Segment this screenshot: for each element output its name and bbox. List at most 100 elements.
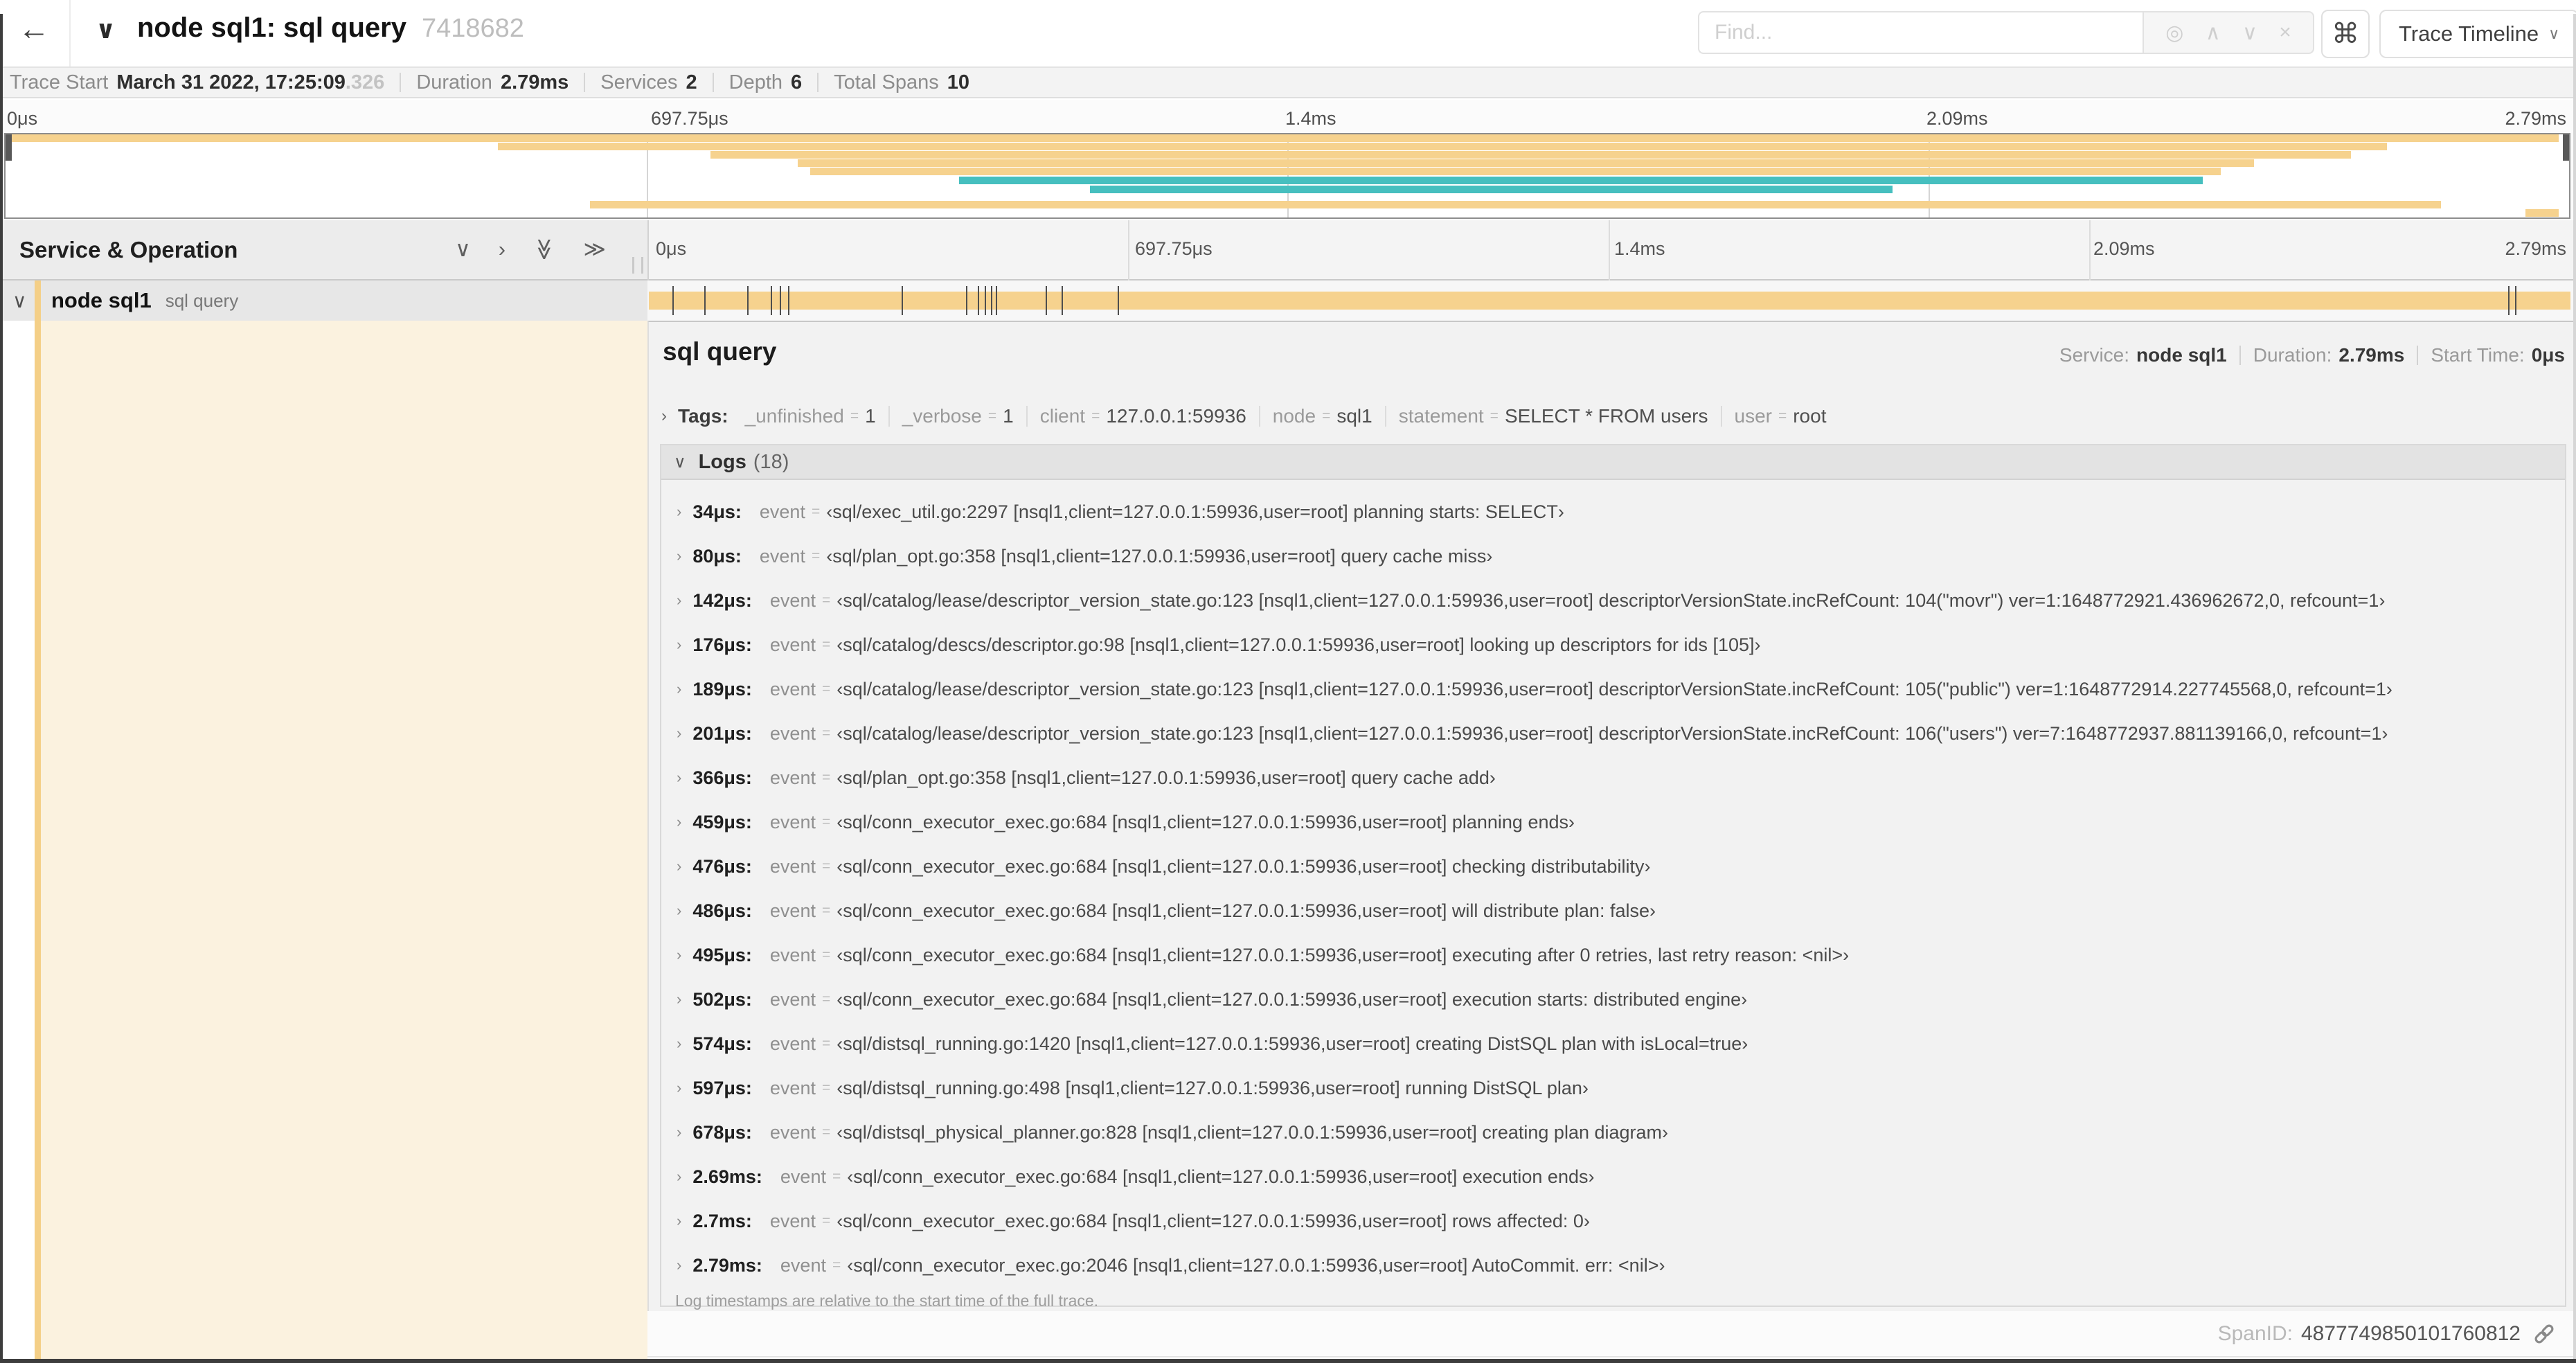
equals-sign: = — [821, 592, 831, 608]
overview-value: 0μs — [2531, 344, 2565, 366]
log-timestamp: 201μs: — [692, 722, 752, 744]
tag-key: statement — [1398, 405, 1484, 427]
span-chevron-down-icon[interactable]: ∨ — [12, 289, 27, 312]
equals-sign: = — [821, 681, 831, 697]
log-chevron-right-icon[interactable]: › — [677, 1035, 681, 1053]
back-arrow-icon[interactable]: ← — [18, 10, 50, 47]
log-row[interactable]: › 201μs: event = ‹sql/catalog/lease/descript… — [661, 711, 2565, 756]
tag-item[interactable]: statement = SELECT * FROM users — [1399, 405, 1708, 427]
span-name-cell[interactable]: ∨ node sql1 sql query — [0, 280, 647, 321]
log-row[interactable]: › 476μs: event = ‹sql/conn_executor_exec.go:… — [661, 844, 2565, 889]
log-timestamp: 2.69ms: — [692, 1166, 762, 1187]
tag-item[interactable]: client = 127.0.0.1:59936 — [1040, 405, 1246, 427]
logs-chevron-down-icon[interactable]: ∨ — [674, 452, 686, 472]
log-timestamp: 2.79ms: — [692, 1254, 762, 1276]
logs-label: Logs — [698, 450, 746, 473]
collapse-all-icon[interactable]: ≫ — [532, 238, 557, 260]
log-chevron-right-icon[interactable]: › — [677, 1123, 681, 1141]
tags-row[interactable]: › Tags: _unfinished = 1 _verbose = 1 client = 12… — [661, 405, 1826, 427]
next-match-icon[interactable]: ∨ — [2242, 21, 2257, 45]
summary-value: 10 — [947, 71, 969, 93]
log-field-key: event — [769, 634, 816, 655]
span-bar-cell[interactable] — [647, 280, 2576, 321]
log-chevron-right-icon[interactable]: › — [677, 813, 681, 831]
log-row[interactable]: › 2.79ms: event = ‹sql/conn_executor_exec.go… — [661, 1243, 2565, 1288]
trace-view-select[interactable]: Trace Timeline ∨ — [2379, 10, 2576, 58]
log-row[interactable]: › 502μs: event = ‹sql/conn_executor_exec.go:… — [661, 977, 2565, 1022]
left-scrollbar[interactable] — [0, 14, 3, 1359]
log-chevron-right-icon[interactable]: › — [677, 1079, 681, 1097]
span-color-stripe — [35, 321, 41, 1359]
prev-match-icon[interactable]: ∧ — [2206, 21, 2221, 45]
log-field-key: event — [769, 1121, 816, 1143]
expand-one-icon[interactable]: › — [499, 237, 506, 262]
logs-header[interactable]: ∨ Logs (18) — [661, 445, 2565, 480]
log-chevron-right-icon[interactable]: › — [677, 1212, 681, 1230]
log-row[interactable]: › 34μs: event = ‹sql/exec_util.go:2297 [nsql… — [661, 490, 2565, 534]
log-chevron-right-icon[interactable]: › — [677, 1256, 681, 1274]
log-row[interactable]: › 486μs: event = ‹sql/conn_executor_exec.go:… — [661, 889, 2565, 933]
log-row[interactable]: › 2.69ms: event = ‹sql/conn_executor_exec.go… — [661, 1155, 2565, 1199]
ruler-tick-label: 1.4ms — [1614, 238, 1665, 259]
log-timestamp: 574μs: — [692, 1033, 752, 1054]
minimap-canvas[interactable] — [4, 133, 2570, 219]
log-row[interactable]: › 459μs: event = ‹sql/conn_executor_exec.go:… — [661, 800, 2565, 844]
column-resizer-grip[interactable] — [632, 257, 643, 274]
link-icon[interactable] — [2532, 1321, 2557, 1346]
log-chevron-right-icon[interactable]: › — [677, 946, 681, 964]
log-field-value: ‹sql/plan_opt.go:358 [nsql1,client=127.0… — [837, 767, 1496, 788]
log-row[interactable]: › 597μs: event = ‹sql/distsql_running.go:498… — [661, 1066, 2565, 1110]
tag-item[interactable]: _verbose = 1 — [902, 405, 1014, 427]
span-duration-bar[interactable] — [649, 292, 2570, 310]
collapse-one-icon[interactable]: ∨ — [455, 237, 471, 262]
log-marker-tick — [704, 286, 706, 315]
log-field-value: ‹sql/catalog/lease/descriptor_version_st… — [837, 678, 2392, 700]
tags-chevron-right-icon[interactable]: › — [661, 407, 667, 426]
log-timestamp: 80μs: — [692, 545, 742, 567]
log-chevron-right-icon[interactable]: › — [677, 902, 681, 920]
log-chevron-right-icon[interactable]: › — [677, 857, 681, 875]
log-row[interactable]: › 574μs: event = ‹sql/distsql_running.go:142… — [661, 1022, 2565, 1066]
log-row[interactable]: › 366μs: event = ‹sql/plan_opt.go:358 [nsql1… — [661, 756, 2565, 800]
log-row[interactable]: › 678μs: event = ‹sql/distsql_physical_plann… — [661, 1110, 2565, 1155]
log-chevron-right-icon[interactable]: › — [677, 503, 681, 521]
minimap-right-scrubber[interactable] — [2563, 134, 2569, 161]
log-row[interactable]: › 189μs: event = ‹sql/catalog/lease/descript… — [661, 667, 2565, 711]
equals-sign: = — [821, 858, 831, 874]
tag-value: SELECT * FROM users — [1504, 405, 1708, 427]
tag-item[interactable]: _unfinished = 1 — [745, 405, 876, 427]
trace-summary-bar: Trace Start March 31 2022, 17:25:09.326 Du… — [0, 68, 2576, 98]
tag-divider — [1384, 406, 1386, 427]
span-row[interactable]: ∨ node sql1 sql query — [0, 280, 2576, 321]
log-row[interactable]: › 80μs: event = ‹sql/plan_opt.go:358 [nsql1,… — [661, 534, 2565, 578]
log-chevron-right-icon[interactable]: › — [677, 769, 681, 787]
minimap-left-scrubber[interactable] — [6, 134, 12, 161]
log-chevron-right-icon[interactable]: › — [677, 1168, 681, 1186]
locate-icon[interactable]: ◎ — [2165, 21, 2183, 45]
log-row[interactable]: › 142μs: event = ‹sql/catalog/lease/descript… — [661, 578, 2565, 623]
clear-find-icon[interactable]: × — [2279, 21, 2291, 44]
title-chevron-down-icon[interactable]: ∨ — [96, 15, 116, 44]
equals-sign: = — [987, 408, 997, 424]
minimap-tick-label: 697.75μs — [651, 108, 728, 129]
tag-item[interactable]: node = sql1 — [1273, 405, 1372, 427]
log-chevron-right-icon[interactable]: › — [677, 636, 681, 654]
keyboard-shortcuts-button[interactable]: ⌘ — [2321, 10, 2370, 58]
logs-block: ∨ Logs (18) › 34μs: event = ‹sql/exec_util.g… — [660, 444, 2566, 1310]
log-chevron-right-icon[interactable]: › — [677, 680, 681, 698]
log-row[interactable]: › 176μs: event = ‹sql/catalog/descs/descript… — [661, 623, 2565, 667]
tag-item[interactable]: user = root — [1735, 405, 1827, 427]
log-chevron-right-icon[interactable]: › — [677, 591, 681, 609]
log-chevron-right-icon[interactable]: › — [677, 724, 681, 742]
log-field-key: event — [769, 678, 816, 700]
log-chevron-right-icon[interactable]: › — [677, 990, 681, 1008]
tag-divider — [888, 406, 890, 427]
log-chevron-right-icon[interactable]: › — [677, 547, 681, 565]
ruler-tick-label: 697.75μs — [1135, 238, 1213, 259]
find-input[interactable] — [1698, 11, 2143, 54]
logs-list: › 34μs: event = ‹sql/exec_util.go:2297 [nsql… — [661, 480, 2565, 1288]
log-row[interactable]: › 2.7ms: event = ‹sql/conn_executor_exec.go:… — [661, 1199, 2565, 1243]
equals-sign: = — [821, 1213, 831, 1229]
log-row[interactable]: › 495μs: event = ‹sql/conn_executor_exec.go:… — [661, 933, 2565, 977]
expand-all-icon[interactable]: ≫ — [584, 237, 606, 262]
